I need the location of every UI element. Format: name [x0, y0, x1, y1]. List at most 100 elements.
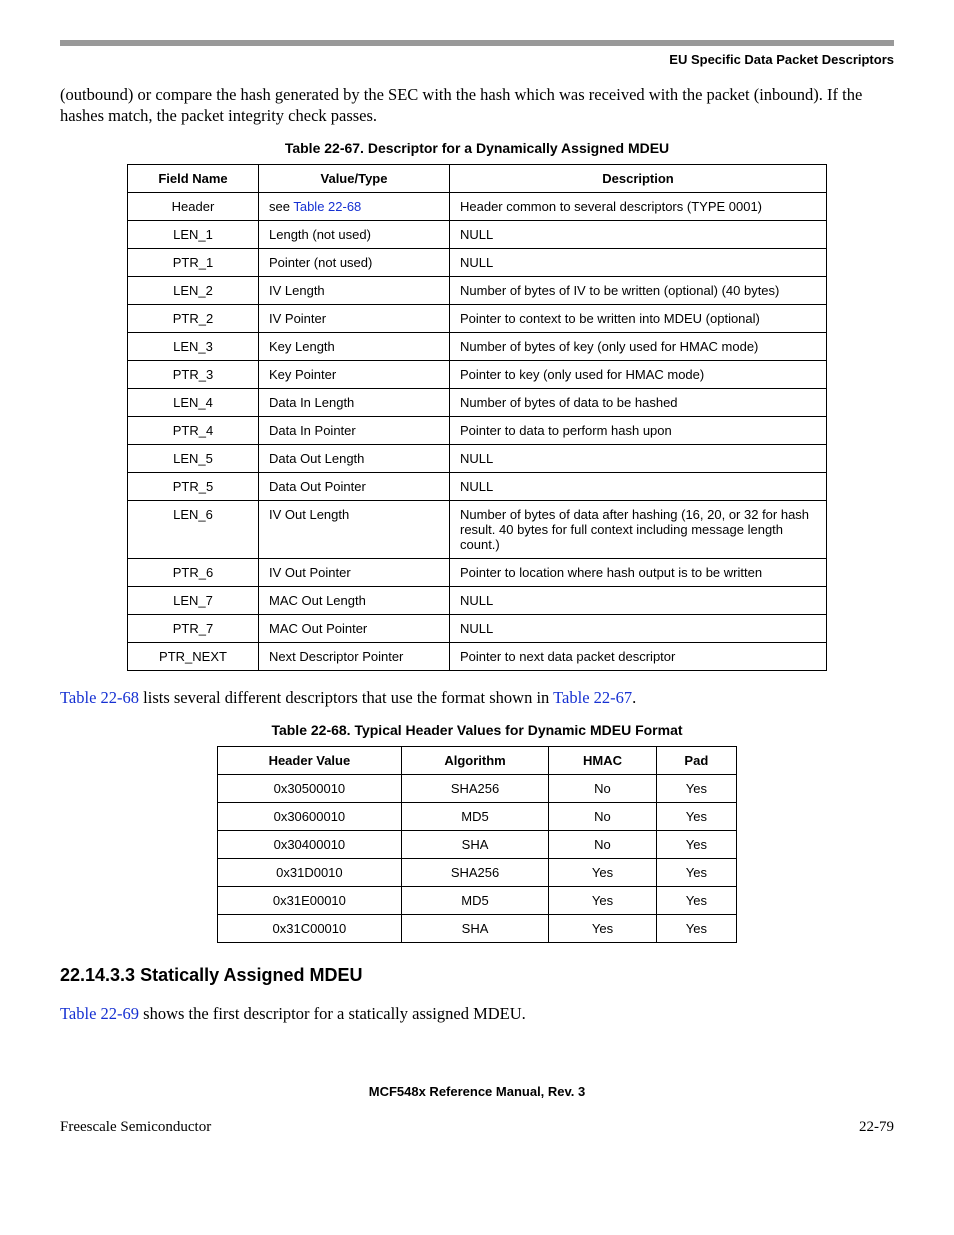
- cell-value-type: see Table 22-68: [259, 192, 450, 220]
- cell: 0x31D0010: [218, 859, 402, 887]
- cell: SHA: [401, 831, 549, 859]
- cell-field-name: LEN_4: [128, 388, 259, 416]
- cell-description: Number of bytes of key (only used for HM…: [450, 332, 827, 360]
- cell: Yes: [656, 859, 736, 887]
- col-description: Description: [450, 164, 827, 192]
- cell-value-type: IV Out Length: [259, 500, 450, 558]
- footer-page-number: 22-79: [859, 1119, 894, 1136]
- col-header-value: Header Value: [218, 747, 402, 775]
- table-row: LEN_1Length (not used)NULL: [128, 220, 827, 248]
- cell-description: NULL: [450, 614, 827, 642]
- cell-value-type: Data In Length: [259, 388, 450, 416]
- table-row: LEN_6IV Out LengthNumber of bytes of dat…: [128, 500, 827, 558]
- cell-value-type: IV Length: [259, 276, 450, 304]
- cell: 0x30500010: [218, 775, 402, 803]
- cell-value-type: Key Length: [259, 332, 450, 360]
- col-algorithm: Algorithm: [401, 747, 549, 775]
- cell: 0x31C00010: [218, 915, 402, 943]
- cell-value-type: Data Out Pointer: [259, 472, 450, 500]
- cell: 0x31E00010: [218, 887, 402, 915]
- table-row: 0x31D0010SHA256YesYes: [218, 859, 737, 887]
- link-table-22-68[interactable]: Table 22-68: [60, 688, 139, 707]
- table-row: 0x30600010MD5NoYes: [218, 803, 737, 831]
- cell-field-name: LEN_2: [128, 276, 259, 304]
- cell-value-type: IV Pointer: [259, 304, 450, 332]
- table-row: PTR_NEXTNext Descriptor PointerPointer t…: [128, 642, 827, 670]
- cell: Yes: [656, 803, 736, 831]
- table1-caption: Table 22-67. Descriptor for a Dynamicall…: [60, 140, 894, 156]
- col-value-type: Value/Type: [259, 164, 450, 192]
- table-row: PTR_4Data In PointerPointer to data to p…: [128, 416, 827, 444]
- cell: SHA: [401, 915, 549, 943]
- table-header-row: Header Value Algorithm HMAC Pad: [218, 747, 737, 775]
- link-table-22-69[interactable]: Table 22-69: [60, 1004, 139, 1023]
- cell-description: Pointer to data to perform hash upon: [450, 416, 827, 444]
- table2-caption: Table 22-68. Typical Header Values for D…: [60, 722, 894, 738]
- table-22-68: Header Value Algorithm HMAC Pad 0x305000…: [217, 746, 737, 943]
- cell-description: Pointer to key (only used for HMAC mode): [450, 360, 827, 388]
- cell: Yes: [656, 915, 736, 943]
- cell-value-type: Length (not used): [259, 220, 450, 248]
- col-pad: Pad: [656, 747, 736, 775]
- cell-description: Number of bytes of IV to be written (opt…: [450, 276, 827, 304]
- cell-value-type: Next Descriptor Pointer: [259, 642, 450, 670]
- mid-post: .: [632, 688, 636, 707]
- cell-value-type: Key Pointer: [259, 360, 450, 388]
- cell-description: NULL: [450, 220, 827, 248]
- table-row: PTR_5Data Out PointerNULL: [128, 472, 827, 500]
- cell: 0x30600010: [218, 803, 402, 831]
- table-row: 0x31E00010MD5YesYes: [218, 887, 737, 915]
- cell: Yes: [549, 915, 656, 943]
- cell-value-type: Pointer (not used): [259, 248, 450, 276]
- cell-field-name: LEN_7: [128, 586, 259, 614]
- link-in-cell[interactable]: Table 22-68: [293, 199, 361, 214]
- table-row: LEN_4Data In LengthNumber of bytes of da…: [128, 388, 827, 416]
- table-row: PTR_6IV Out PointerPointer to location w…: [128, 558, 827, 586]
- table-22-67: Field Name Value/Type Description Header…: [127, 164, 827, 671]
- table-row: LEN_3Key LengthNumber of bytes of key (o…: [128, 332, 827, 360]
- table-row: Headersee Table 22-68Header common to se…: [128, 192, 827, 220]
- cell-field-name: LEN_5: [128, 444, 259, 472]
- cell-description: NULL: [450, 472, 827, 500]
- cell-field-name: PTR_5: [128, 472, 259, 500]
- cell: SHA256: [401, 775, 549, 803]
- last-rest: shows the first descriptor for a statica…: [139, 1004, 526, 1023]
- table-row: LEN_7MAC Out LengthNULL: [128, 586, 827, 614]
- cell-field-name: PTR_4: [128, 416, 259, 444]
- mid-text: lists several different descriptors that…: [139, 688, 553, 707]
- cell-value-type: Data Out Length: [259, 444, 450, 472]
- cell-description: Header common to several descriptors (TY…: [450, 192, 827, 220]
- cell-field-name: PTR_NEXT: [128, 642, 259, 670]
- cell-description: NULL: [450, 444, 827, 472]
- cell-value-type: IV Out Pointer: [259, 558, 450, 586]
- cell-description: NULL: [450, 248, 827, 276]
- cell: MD5: [401, 887, 549, 915]
- table-row: LEN_2IV LengthNumber of bytes of IV to b…: [128, 276, 827, 304]
- cell: No: [549, 775, 656, 803]
- cell-description: Number of bytes of data after hashing (1…: [450, 500, 827, 558]
- footer-doc-title: MCF548x Reference Manual, Rev. 3: [60, 1084, 894, 1099]
- col-hmac: HMAC: [549, 747, 656, 775]
- cell: MD5: [401, 803, 549, 831]
- table-row: 0x30500010SHA256NoYes: [218, 775, 737, 803]
- last-paragraph: Table 22-69 shows the first descriptor f…: [60, 1003, 894, 1024]
- cell: 0x30400010: [218, 831, 402, 859]
- table-row: 0x30400010SHANoYes: [218, 831, 737, 859]
- cell-field-name: PTR_6: [128, 558, 259, 586]
- cell: Yes: [549, 859, 656, 887]
- table-row: PTR_7MAC Out PointerNULL: [128, 614, 827, 642]
- cell: No: [549, 803, 656, 831]
- cell-value-type: Data In Pointer: [259, 416, 450, 444]
- cell: Yes: [656, 887, 736, 915]
- cell-field-name: PTR_2: [128, 304, 259, 332]
- intro-paragraph: (outbound) or compare the hash generated…: [60, 84, 894, 126]
- col-field-name: Field Name: [128, 164, 259, 192]
- cell-field-name: PTR_7: [128, 614, 259, 642]
- link-table-22-67[interactable]: Table 22-67: [553, 688, 632, 707]
- cell-field-name: Header: [128, 192, 259, 220]
- table-row: PTR_2IV PointerPointer to context to be …: [128, 304, 827, 332]
- cell-description: NULL: [450, 586, 827, 614]
- cell: Yes: [656, 775, 736, 803]
- table-row: PTR_3Key PointerPointer to key (only use…: [128, 360, 827, 388]
- cell-field-name: PTR_1: [128, 248, 259, 276]
